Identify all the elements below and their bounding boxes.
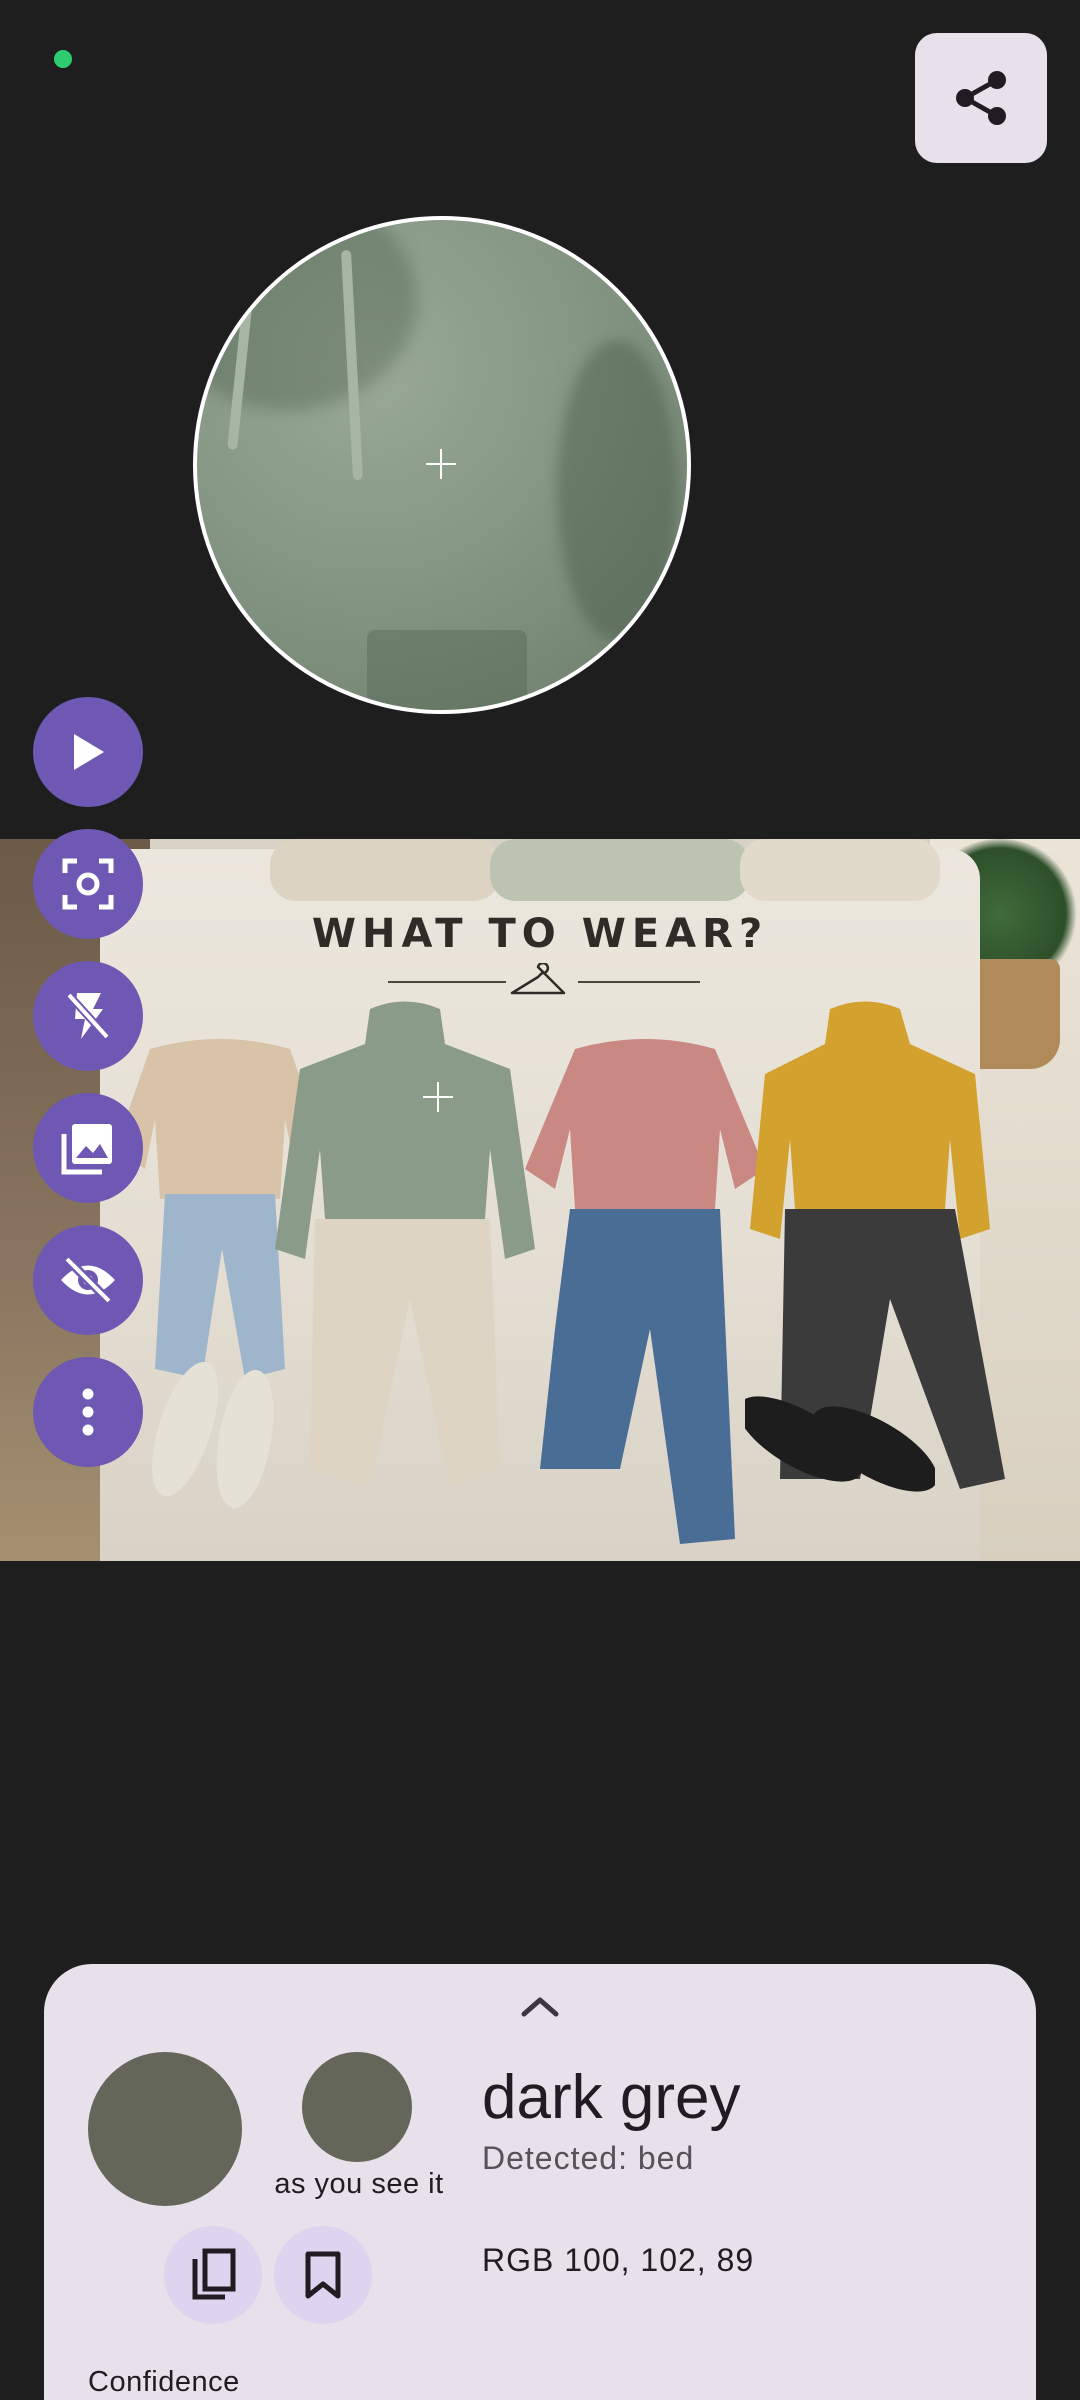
focus-button[interactable] bbox=[33, 829, 143, 939]
hide-button[interactable] bbox=[33, 1225, 143, 1335]
flash-off-icon bbox=[66, 992, 110, 1040]
confidence-label: Confidence bbox=[88, 2366, 240, 2398]
rgb-value: RGB 100, 102, 89 bbox=[482, 2242, 755, 2278]
focus-frame-icon bbox=[62, 858, 114, 910]
share-button[interactable] bbox=[915, 33, 1047, 163]
gallery-button[interactable] bbox=[33, 1093, 143, 1203]
outfit-pink-sweatshirt bbox=[525, 1039, 765, 1544]
sneakers-black bbox=[745, 1396, 935, 1492]
play-button[interactable] bbox=[33, 697, 143, 807]
bookmark-button[interactable] bbox=[274, 2226, 372, 2324]
photo-crosshair-icon bbox=[423, 1082, 469, 1128]
visibility-off-icon bbox=[61, 1255, 115, 1305]
chevron-up-icon[interactable] bbox=[518, 1992, 562, 2020]
flash-off-button[interactable] bbox=[33, 961, 143, 1071]
crosshair-icon bbox=[426, 449, 456, 479]
photo-title: WHAT TO WEAR? bbox=[311, 911, 769, 957]
detected-object-label: Detected: bed bbox=[482, 2140, 695, 2176]
camera-photo[interactable]: WHAT TO WEAR? bbox=[0, 839, 1080, 1561]
photo-library-icon bbox=[61, 1124, 112, 1175]
play-icon bbox=[74, 734, 104, 770]
detected-color-swatch bbox=[88, 2052, 242, 2206]
copy-icon bbox=[192, 2248, 236, 2300]
screen: WHAT TO WEAR? as you see it dark grey De… bbox=[0, 0, 1080, 2400]
more-button[interactable] bbox=[33, 1357, 143, 1467]
sneakers-white bbox=[152, 1361, 274, 1509]
hanger-icon bbox=[510, 963, 566, 995]
magnifier-loupe bbox=[193, 216, 691, 714]
outfit-green-hoodie bbox=[275, 1001, 535, 1489]
share-icon bbox=[956, 71, 1006, 125]
perceived-color-swatch bbox=[302, 2052, 412, 2162]
color-name: dark grey bbox=[482, 2063, 741, 2132]
copy-button[interactable] bbox=[164, 2226, 262, 2324]
color-info-sheet[interactable]: as you see it dark grey Detected: bed RG… bbox=[44, 1964, 1036, 2400]
bookmark-icon bbox=[305, 2251, 341, 2299]
status-indicator bbox=[54, 50, 72, 68]
perceived-color-label: as you see it bbox=[274, 2168, 444, 2200]
more-vert-icon bbox=[82, 1388, 94, 1436]
